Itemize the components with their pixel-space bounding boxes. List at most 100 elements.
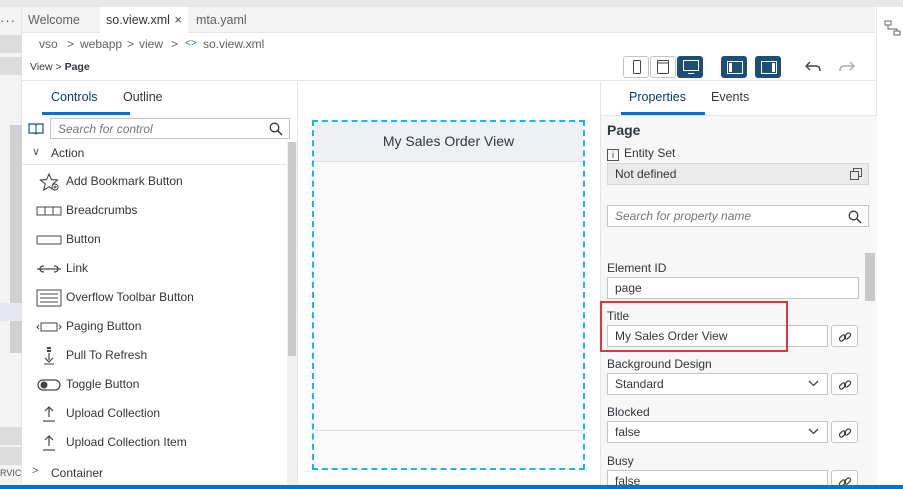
element-id-input[interactable]: page bbox=[607, 277, 859, 299]
search-icon[interactable] bbox=[848, 210, 862, 224]
tab-properties[interactable]: Properties bbox=[629, 90, 686, 104]
tab-so-view-xml[interactable]: so.view.xml × bbox=[100, 7, 188, 33]
activity-item[interactable] bbox=[0, 447, 22, 465]
info-icon: i bbox=[607, 149, 619, 161]
control-label: Breadcrumbs bbox=[66, 203, 138, 217]
activity-item[interactable] bbox=[0, 303, 22, 321]
breadcrumb-item[interactable]: so.view.xml bbox=[203, 37, 264, 51]
chevron-right-icon: > bbox=[32, 465, 39, 477]
path-parent[interactable]: View bbox=[30, 61, 53, 73]
breadcrumb-item[interactable]: view bbox=[139, 37, 163, 51]
group-label: Container bbox=[51, 466, 104, 480]
overflow-toolbar-icon bbox=[36, 289, 62, 307]
title-binding-button[interactable] bbox=[831, 325, 858, 347]
control-label: Add Bookmark Button bbox=[66, 174, 183, 188]
page-control-preview[interactable]: My Sales Order View bbox=[312, 120, 585, 470]
control-name: Page bbox=[607, 122, 641, 138]
top-strip bbox=[0, 0, 903, 7]
control-paging-button[interactable]: Paging Button bbox=[22, 312, 286, 341]
activity-item[interactable] bbox=[0, 35, 22, 53]
tablet-view-button[interactable] bbox=[650, 56, 676, 78]
editor-toolbar: View > Page bbox=[22, 55, 875, 81]
control-breadcrumbs[interactable]: Breadcrumbs bbox=[22, 196, 286, 225]
control-label: Paging Button bbox=[66, 319, 142, 333]
status-bar bbox=[0, 485, 903, 489]
properties-scrollbar-thumb[interactable] bbox=[865, 253, 875, 301]
blocked-label: Blocked bbox=[607, 405, 650, 419]
breadcrumb-sep: > bbox=[127, 37, 135, 51]
tab-label: Welcome bbox=[28, 13, 80, 27]
tab-label: mta.yaml bbox=[196, 13, 247, 27]
properties-panel: Properties Events Page i Entity Set Not d… bbox=[600, 82, 877, 486]
group-container[interactable]: > Container bbox=[22, 462, 286, 484]
control-path: View > Page bbox=[30, 61, 90, 73]
panel-left-icon bbox=[727, 61, 743, 74]
control-link[interactable]: Link bbox=[22, 254, 286, 283]
library-icon[interactable] bbox=[28, 122, 44, 136]
control-pull-to-refresh[interactable]: Pull To Refresh bbox=[22, 341, 286, 370]
toggle-left-panel-button[interactable] bbox=[721, 56, 747, 78]
control-button[interactable]: Button bbox=[22, 225, 286, 254]
breadcrumb: vso > webapp > view > <> so.view.xml bbox=[22, 33, 875, 55]
control-toggle-button[interactable]: Toggle Button bbox=[22, 370, 286, 399]
control-add-bookmark-button[interactable]: Add Bookmark Button bbox=[22, 167, 286, 196]
control-upload-collection[interactable]: Upload Collection bbox=[22, 399, 286, 428]
property-search-box bbox=[607, 205, 869, 227]
tablet-icon bbox=[657, 60, 669, 74]
tab-welcome[interactable]: Welcome bbox=[22, 7, 100, 33]
entity-set-label: i Entity Set bbox=[607, 146, 675, 161]
controls-scrollbar[interactable] bbox=[287, 142, 297, 485]
upload-icon bbox=[43, 406, 55, 422]
breadcrumb-sep: > bbox=[171, 37, 179, 51]
page-footer[interactable] bbox=[314, 430, 583, 468]
redo-icon[interactable] bbox=[838, 60, 856, 74]
activity-item[interactable] bbox=[0, 427, 22, 445]
tab-outline[interactable]: Outline bbox=[123, 90, 163, 104]
tab-events[interactable]: Events bbox=[711, 90, 749, 104]
background-design-select[interactable]: Standard bbox=[607, 373, 828, 395]
select-value: Standard bbox=[615, 377, 664, 391]
busy-binding-button[interactable] bbox=[831, 470, 858, 486]
path-sep: > bbox=[55, 61, 62, 73]
phone-view-button[interactable] bbox=[623, 56, 649, 78]
control-search-input[interactable] bbox=[51, 119, 261, 138]
active-tab-indicator bbox=[42, 112, 130, 115]
page-header-title[interactable]: My Sales Order View bbox=[314, 122, 583, 162]
control-overflow-toolbar-button[interactable]: Overflow Toolbar Button bbox=[22, 283, 286, 312]
blocked-select[interactable]: false bbox=[607, 421, 828, 443]
editor-tab-bar: ··· Welcome so.view.xml × mta.yaml bbox=[0, 7, 875, 33]
scrollbar-thumb[interactable] bbox=[288, 142, 296, 356]
pull-refresh-icon bbox=[44, 347, 54, 365]
link-icon bbox=[838, 332, 852, 342]
link-icon bbox=[37, 265, 61, 273]
control-label: Upload Collection Item bbox=[66, 435, 187, 449]
busy-select[interactable]: false bbox=[607, 470, 828, 486]
copy-icon[interactable] bbox=[850, 168, 862, 180]
close-icon[interactable]: × bbox=[174, 7, 182, 33]
group-action[interactable]: ∨ Action bbox=[22, 142, 286, 164]
background-design-binding-button[interactable] bbox=[831, 373, 858, 395]
tab-mta-yaml[interactable]: mta.yaml bbox=[190, 7, 270, 33]
breadcrumb-item[interactable]: vso bbox=[39, 37, 58, 51]
divider bbox=[22, 164, 286, 165]
right-side-strip bbox=[876, 7, 903, 485]
paging-icon bbox=[36, 322, 62, 332]
title-highlight-annotation bbox=[600, 301, 788, 352]
activity-item[interactable] bbox=[0, 57, 22, 75]
services-label: RVICE bbox=[0, 468, 22, 478]
desktop-icon bbox=[683, 60, 699, 74]
design-canvas: My Sales Order View bbox=[298, 82, 600, 485]
control-search-box bbox=[50, 118, 290, 139]
more-actions-icon[interactable]: ··· bbox=[0, 13, 18, 28]
toggle-right-panel-button[interactable] bbox=[755, 56, 781, 78]
panel-right-icon bbox=[761, 61, 777, 74]
diagram-icon[interactable] bbox=[884, 19, 902, 37]
breadcrumb-item[interactable]: webapp bbox=[80, 37, 122, 51]
desktop-view-button[interactable] bbox=[677, 56, 703, 78]
undo-icon[interactable] bbox=[804, 60, 822, 74]
tab-controls[interactable]: Controls bbox=[51, 90, 98, 104]
control-upload-collection-item[interactable]: Upload Collection Item bbox=[22, 428, 286, 457]
search-icon[interactable] bbox=[269, 122, 283, 136]
property-search-input[interactable] bbox=[608, 206, 838, 226]
blocked-binding-button[interactable] bbox=[831, 421, 858, 443]
